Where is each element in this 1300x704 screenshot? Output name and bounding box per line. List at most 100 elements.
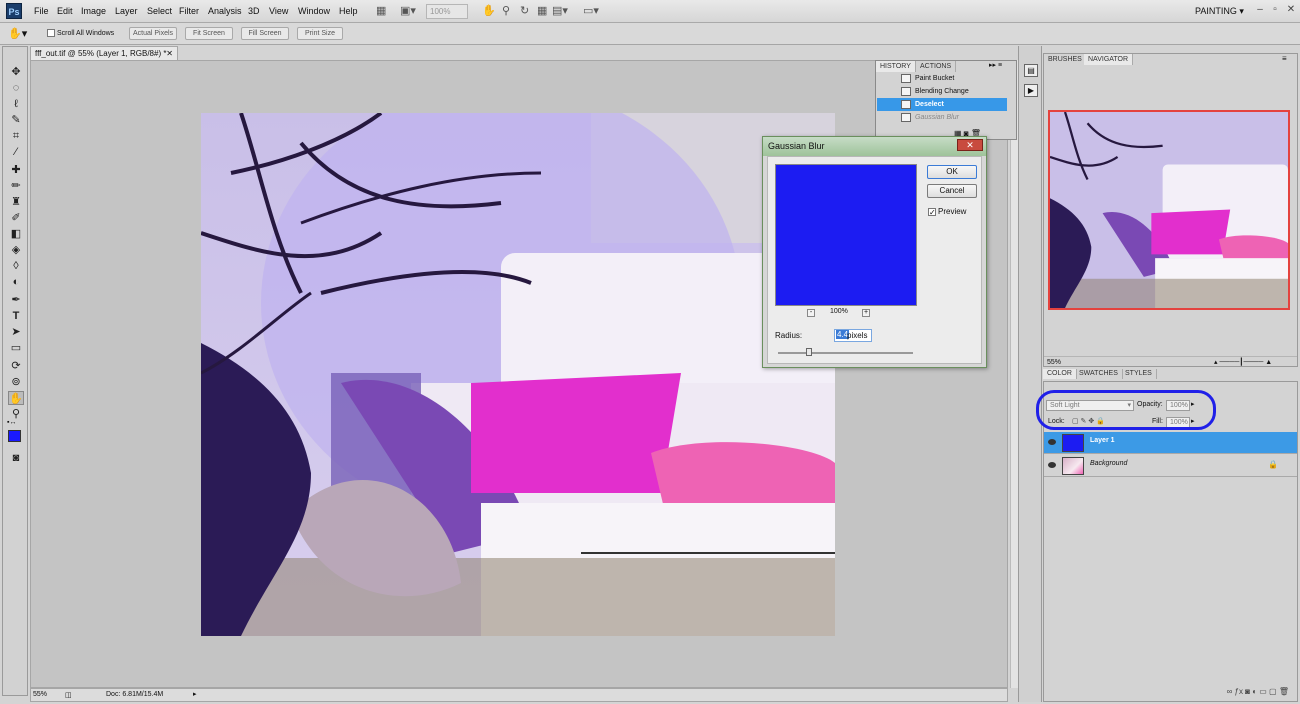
menu-edit[interactable]: Edit <box>57 6 73 16</box>
tab-styles[interactable]: STYLES <box>1121 369 1157 379</box>
arrange-documents-icon[interactable]: ▤▾ <box>552 4 568 19</box>
cancel-button[interactable]: Cancel <box>927 184 977 198</box>
layer-name[interactable]: Layer 1 <box>1090 437 1115 444</box>
type-tool-icon[interactable]: T <box>8 309 24 323</box>
clone-stamp-tool-icon[interactable]: ♜ <box>8 195 24 209</box>
menu-help[interactable]: Help <box>339 6 358 16</box>
image-canvas[interactable] <box>201 113 835 636</box>
ok-button[interactable]: OK <box>927 165 977 179</box>
history-item[interactable]: Paint Bucket <box>877 72 1007 85</box>
actions-panel-icon[interactable]: ▶ <box>1024 84 1038 97</box>
tab-actions[interactable]: ACTIONS <box>916 61 957 72</box>
zoom-slider-icon[interactable]: ▴ ────┃──── ▲ <box>1214 357 1272 369</box>
zoom-out-button[interactable]: - <box>807 309 815 317</box>
status-arrow-icon[interactable]: ▸ <box>193 689 197 701</box>
zoom-level-dropdown[interactable]: 100% <box>426 4 468 19</box>
panel-menu-icon[interactable]: ▸▸ ≡ <box>989 61 1002 69</box>
visibility-eye-icon[interactable] <box>1048 462 1056 468</box>
radius-slider-track[interactable] <box>778 352 913 354</box>
gaussian-blur-dialog: Gaussian Blur ✕ OK Cancel Preview - 100%… <box>762 136 987 368</box>
history-item-label: Blending Change <box>915 88 969 95</box>
status-menu-icon[interactable]: ◫ <box>65 690 72 702</box>
zoom-tool-icon[interactable]: ⚲ <box>502 4 510 19</box>
eyedropper-tool-icon[interactable]: ⁄ <box>8 145 24 159</box>
navigator-thumbnail[interactable] <box>1048 110 1290 310</box>
restore-icon[interactable]: ▫ <box>1268 3 1282 17</box>
menu-select[interactable]: Select <box>147 6 172 16</box>
tab-navigator[interactable]: NAVIGATOR <box>1084 54 1134 65</box>
layer-row-layer-1[interactable]: Layer 1 <box>1044 432 1297 454</box>
menu-view[interactable]: View <box>269 6 288 16</box>
path-selection-tool-icon[interactable]: ➤ <box>8 325 24 339</box>
fill-screen-button[interactable]: Fill Screen <box>241 27 289 40</box>
eraser-tool-icon[interactable]: ◧ <box>8 227 24 241</box>
preview-checkbox[interactable]: Preview <box>928 207 966 216</box>
layer-row-background[interactable]: Background 🔒 <box>1044 455 1297 477</box>
move-tool-icon[interactable]: ✥ <box>8 65 24 79</box>
lasso-tool-icon[interactable]: ℓ <box>8 97 24 111</box>
tab-color[interactable]: COLOR <box>1043 369 1077 379</box>
zoom-readout[interactable]: 55% <box>33 689 47 701</box>
scroll-all-windows-checkbox[interactable]: Scroll All Windows <box>47 29 114 37</box>
print-size-button[interactable]: Print Size <box>297 27 343 40</box>
menu-layer[interactable]: Layer <box>115 6 138 16</box>
visibility-eye-icon[interactable] <box>1048 439 1056 445</box>
radius-slider-thumb[interactable] <box>806 348 812 356</box>
dodge-tool-icon[interactable]: ◐ <box>8 275 24 289</box>
hand-tool-preset-icon[interactable]: ✋▾ <box>8 27 27 40</box>
rotate-view-icon[interactable]: ↻ <box>520 4 529 19</box>
default-colors-icon[interactable]: ▪↔ <box>7 419 16 426</box>
tab-history[interactable]: HISTORY <box>876 61 916 72</box>
fit-screen-button[interactable]: Fit Screen <box>185 27 233 40</box>
crop-tool-icon[interactable]: ⌗ <box>8 129 24 143</box>
workspace-switcher[interactable]: PAINTING ▾ <box>1195 6 1244 17</box>
navigator-zoom[interactable]: 55% <box>1047 359 1061 366</box>
menu-image[interactable]: Image <box>81 6 106 16</box>
healing-brush-tool-icon[interactable]: ✚ <box>8 163 24 177</box>
document-tab[interactable]: fff_out.tif @ 55% (Layer 1, RGB/8#) * ✕ <box>30 46 178 60</box>
tab-brushes[interactable]: BRUSHES <box>1044 54 1087 65</box>
quick-selection-tool-icon[interactable]: ✎ <box>8 113 24 127</box>
dialog-close-button[interactable]: ✕ <box>957 139 983 151</box>
hand-tool-icon[interactable]: ✋ <box>482 4 496 19</box>
menu-filter[interactable]: Filter <box>179 6 199 16</box>
history-item[interactable]: Gaussian Blur <box>877 111 1007 124</box>
screen-mode-icon[interactable]: ▭▾ <box>583 4 599 19</box>
history-panel-icon[interactable]: ▤ <box>1024 64 1038 77</box>
3d-rotate-tool-icon[interactable]: ⟳ <box>8 359 24 373</box>
tab-swatches[interactable]: SWATCHES <box>1075 369 1123 379</box>
close-document-icon[interactable]: ✕ <box>166 47 173 60</box>
menu-analysis[interactable]: Analysis <box>208 6 242 16</box>
color-panel-tabs: COLOR SWATCHES STYLES <box>1043 369 1298 379</box>
brush-tool-icon[interactable]: ✏ <box>8 179 24 193</box>
hand-tool-icon[interactable]: ✋ <box>8 391 24 405</box>
zoom-in-button[interactable]: + <box>862 309 870 317</box>
menu-file[interactable]: File <box>34 6 49 16</box>
history-item-selected[interactable]: Deselect <box>877 98 1007 111</box>
panel-menu-icon[interactable]: ≡ <box>1282 54 1287 63</box>
blur-tool-icon[interactable]: ◊ <box>8 259 24 273</box>
foreground-color-swatch[interactable] <box>8 430 21 442</box>
actual-pixels-button[interactable]: Actual Pixels <box>129 27 177 40</box>
quick-mask-icon[interactable]: ◙ <box>8 451 24 465</box>
3d-orbit-tool-icon[interactable]: ⊚ <box>8 375 24 389</box>
paint-bucket-tool-icon[interactable]: ◈ <box>8 243 24 257</box>
shape-tool-icon[interactable]: ▭ <box>8 341 24 355</box>
dialog-body: OK Cancel Preview - 100% + Radius: 4.4 p… <box>767 156 982 364</box>
grid-icon[interactable]: ▦ <box>537 4 547 19</box>
view-extras-icon[interactable]: ▣▾ <box>400 4 416 19</box>
layer-name[interactable]: Background <box>1090 460 1127 467</box>
menu-3d[interactable]: 3D <box>248 6 260 16</box>
launch-bridge-icon[interactable]: ▦ <box>376 4 386 19</box>
minimize-icon[interactable]: – <box>1253 3 1267 17</box>
history-brush-tool-icon[interactable]: ✐ <box>8 211 24 225</box>
radius-unit: pixels <box>847 331 868 340</box>
pen-tool-icon[interactable]: ✒ <box>8 293 24 307</box>
layers-footer-icons[interactable]: ∞ ƒx ◙ ◐ ▭ ▢ 🗑 <box>1227 687 1289 696</box>
history-item[interactable]: Blending Change <box>877 85 1007 98</box>
menu-window[interactable]: Window <box>298 6 330 16</box>
vertical-scrollbar[interactable] <box>1010 60 1018 688</box>
marquee-tool-icon[interactable]: ◌ <box>8 81 24 95</box>
close-icon[interactable]: ✕ <box>1284 3 1298 17</box>
blur-preview[interactable] <box>775 164 917 306</box>
